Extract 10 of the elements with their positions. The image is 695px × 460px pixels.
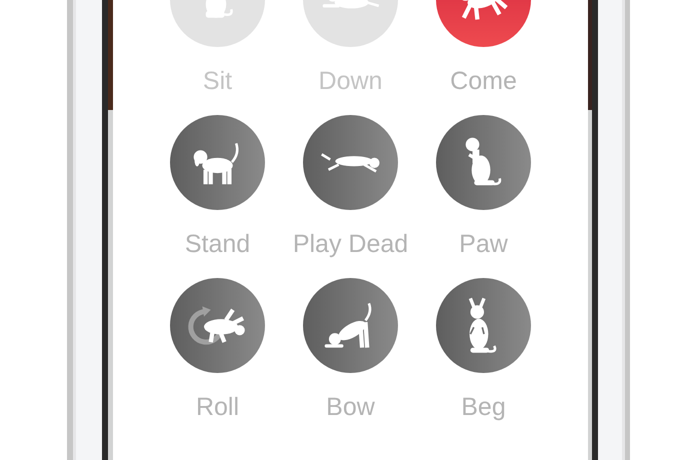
trick-label: Paw	[459, 229, 508, 259]
trick-label: Sit	[202, 66, 232, 96]
trick-label: Stand	[184, 229, 250, 259]
trick-label: Beg	[461, 392, 506, 422]
trick-label: Down	[318, 66, 382, 96]
trick-label: Play Dead	[292, 229, 408, 259]
trick-label: Bow	[326, 392, 375, 422]
dog-icon	[320, 150, 382, 174]
trick-label: Roll	[196, 392, 240, 422]
trick-label: Come	[450, 66, 517, 96]
